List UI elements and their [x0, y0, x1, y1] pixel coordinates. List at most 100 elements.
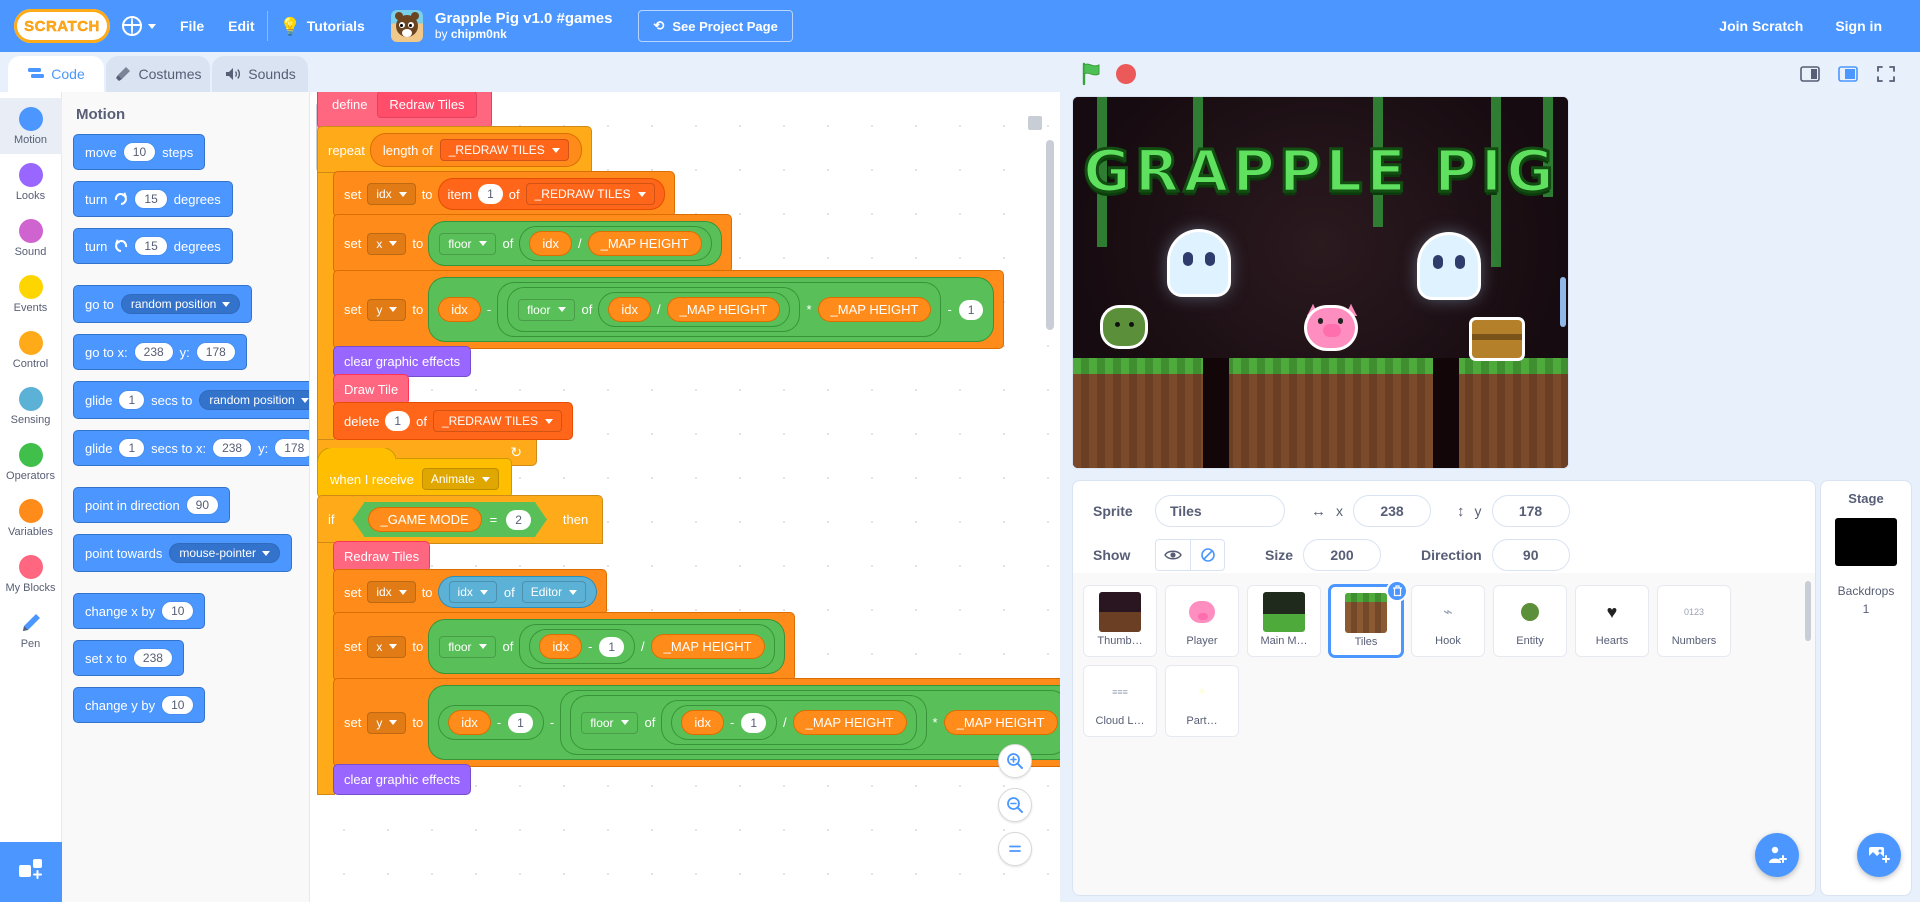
- direction-input[interactable]: 90: [1491, 539, 1570, 571]
- category-variables[interactable]: Variables: [0, 490, 62, 546]
- define-hat-block[interactable]: define Redraw Tiles: [318, 92, 491, 128]
- workspace-scrollbar-vertical-right[interactable]: [1046, 140, 1054, 330]
- variable-idx[interactable]: idx: [439, 298, 480, 321]
- repeat-header[interactable]: repeat length of _REDRAW TILES: [318, 127, 591, 173]
- variable-map-height[interactable]: _MAP HEIGHT: [667, 298, 780, 321]
- y-input[interactable]: 178: [275, 439, 309, 457]
- message-dropdown[interactable]: Animate: [421, 468, 499, 490]
- variable-idx[interactable]: idx: [540, 635, 581, 658]
- small-stage-button[interactable]: [1794, 60, 1826, 88]
- tab-costumes[interactable]: Costumes: [106, 56, 210, 92]
- divide-operator[interactable]: idx / _MAP HEIGHT: [520, 227, 711, 260]
- palette-block-glide-to[interactable]: glide 1 secs to random position: [74, 382, 309, 418]
- secs-input[interactable]: 1: [119, 439, 145, 457]
- sprite-item-cloud-list[interactable]: ≡≡≡ Cloud L…: [1083, 665, 1157, 737]
- show-toggle[interactable]: [1155, 539, 1225, 571]
- variable-idx[interactable]: idx: [609, 298, 650, 321]
- sprite-item-hook[interactable]: ⌁ Hook: [1411, 585, 1485, 657]
- variable-dropdown-idx[interactable]: idx: [367, 183, 416, 205]
- variable-map-height[interactable]: _MAP HEIGHT: [651, 635, 764, 658]
- target-dropdown[interactable]: Editor: [521, 581, 587, 603]
- see-project-page-button[interactable]: ⟲ See Project Page: [638, 10, 793, 42]
- glide-target-dropdown[interactable]: random position: [199, 390, 309, 410]
- secs-input[interactable]: 1: [119, 391, 145, 409]
- x-position-input[interactable]: 238: [1353, 495, 1431, 527]
- when-i-receive-hat-block[interactable]: when I receive Animate: [318, 459, 511, 497]
- list-dropdown[interactable]: _REDRAW TILES: [439, 139, 569, 161]
- category-motion[interactable]: Motion: [0, 98, 62, 154]
- sprite-item-main-menu[interactable]: Main M…: [1247, 585, 1321, 657]
- variable-idx[interactable]: idx: [530, 232, 571, 255]
- subtract-operator-idx[interactable]: idx - 1: [672, 706, 777, 739]
- mathop-floor-reporter[interactable]: floor of idx / _MAP HEIGHT: [429, 222, 721, 265]
- delete-index-input[interactable]: 1: [385, 411, 411, 431]
- sign-in-button[interactable]: Sign in: [1819, 18, 1898, 34]
- mathop-dropdown[interactable]: floor: [518, 298, 575, 321]
- add-backdrop-button[interactable]: [1857, 833, 1901, 877]
- redraw-tiles-call-block[interactable]: Redraw Tiles: [334, 542, 430, 571]
- stage-canvas[interactable]: GRAPPLE PIG: [1072, 96, 1569, 469]
- property-dropdown[interactable]: idx: [448, 581, 497, 603]
- stage-scrollbar[interactable]: [1560, 277, 1566, 327]
- zoom-in-button[interactable]: [998, 744, 1032, 778]
- variable-map-height[interactable]: _MAP HEIGHT: [944, 711, 1057, 734]
- list-dropdown[interactable]: _REDRAW TILES: [525, 183, 655, 205]
- eye-crossed-icon[interactable]: [1190, 540, 1224, 570]
- palette-block-move-steps[interactable]: move 10 steps: [74, 135, 205, 169]
- one-input[interactable]: 1: [508, 712, 533, 733]
- add-sprite-button[interactable]: [1755, 833, 1799, 877]
- set-idx-block[interactable]: set idx to idx of Editor: [334, 570, 607, 614]
- variable-game-mode[interactable]: _GAME MODE: [369, 508, 481, 531]
- variable-dropdown-y[interactable]: y: [367, 711, 407, 734]
- sprite-name-input[interactable]: Tiles: [1155, 495, 1285, 527]
- palette-block-change-x-by[interactable]: change x by 10: [74, 594, 205, 628]
- block-palette[interactable]: Motion move 10 steps turn 15 degrees tur…: [62, 92, 310, 902]
- sprite-item-player[interactable]: Player: [1165, 585, 1239, 657]
- sprite-item-tiles[interactable]: Tiles: [1329, 580, 1408, 657]
- variable-dropdown-idx[interactable]: idx: [367, 581, 416, 603]
- language-menu[interactable]: [110, 0, 168, 52]
- sensing-of-reporter[interactable]: idx of Editor: [438, 577, 597, 607]
- tutorials-button[interactable]: 💡 Tutorials: [268, 0, 377, 52]
- variable-map-height[interactable]: _MAP HEIGHT: [793, 711, 906, 734]
- degrees-input[interactable]: 15: [135, 237, 167, 255]
- variable-dropdown-x[interactable]: x: [367, 635, 407, 658]
- mathop-dropdown[interactable]: floor: [439, 232, 496, 255]
- set-x-block[interactable]: set x to floor of: [334, 215, 731, 272]
- add-extension-button[interactable]: [0, 842, 62, 902]
- list-dropdown[interactable]: _REDRAW TILES: [432, 410, 562, 432]
- set-idx-block[interactable]: set idx to item 1 of _REDRAW TILES: [334, 172, 674, 216]
- palette-block-point-towards[interactable]: point towards mouse-pointer: [74, 535, 292, 571]
- mathop-floor-reporter[interactable]: floor of idx / _MAP HEIGHT: [508, 288, 800, 331]
- mathop-floor-reporter[interactable]: floor of idx - 1 / _MAP HEIGHT: [429, 620, 784, 673]
- item-of-list-reporter[interactable]: item 1 of _REDRAW TILES: [438, 179, 664, 209]
- sprite-list[interactable]: Thumb… Player Main M… Tiles ⌁ Hook Entit…: [1073, 573, 1815, 895]
- delete-sprite-button[interactable]: [1386, 580, 1408, 602]
- divide-operator[interactable]: idx - 1 / _MAP HEIGHT: [520, 625, 774, 668]
- scratch-logo[interactable]: SCRATCH: [5, 9, 119, 43]
- mathop-floor-reporter[interactable]: floor of idx - 1 / _MAP HEIGHT: [571, 696, 926, 749]
- variable-dropdown-y[interactable]: y: [367, 298, 407, 321]
- equals-operator[interactable]: _GAME MODE = 2: [353, 502, 547, 537]
- category-my-blocks[interactable]: My Blocks: [0, 546, 62, 602]
- point-towards-dropdown[interactable]: mouse-pointer: [169, 543, 281, 563]
- large-stage-button[interactable]: [1832, 60, 1864, 88]
- if-then-block[interactable]: if _GAME MODE = 2 then Redraw Tiles set …: [318, 496, 1060, 794]
- set-x-input[interactable]: 238: [133, 649, 172, 667]
- variable-idx[interactable]: idx: [682, 711, 723, 734]
- length-of-list-reporter[interactable]: length of _REDRAW TILES: [370, 134, 581, 166]
- category-control[interactable]: Control: [0, 322, 62, 378]
- category-events[interactable]: Events: [0, 266, 62, 322]
- repeat-loop-block[interactable]: repeat length of _REDRAW TILES set idx t…: [318, 127, 1004, 465]
- y-input[interactable]: 178: [196, 343, 235, 361]
- sprite-item-thumbnail[interactable]: Thumb…: [1083, 585, 1157, 657]
- join-scratch-button[interactable]: Join Scratch: [1703, 18, 1819, 34]
- sprite-item-entity[interactable]: Entity: [1493, 585, 1567, 657]
- script-when-i-receive-animate[interactable]: when I receive Animate if _GAME MODE = 2…: [318, 459, 1060, 794]
- mathop-dropdown[interactable]: floor: [581, 711, 638, 734]
- delete-of-list-block[interactable]: delete 1 of _REDRAW TILES: [334, 403, 572, 439]
- y-position-input[interactable]: 178: [1491, 495, 1570, 527]
- change-y-input[interactable]: 10: [162, 696, 194, 714]
- size-input[interactable]: 200: [1303, 539, 1382, 571]
- variable-map-height[interactable]: _MAP HEIGHT: [588, 232, 701, 255]
